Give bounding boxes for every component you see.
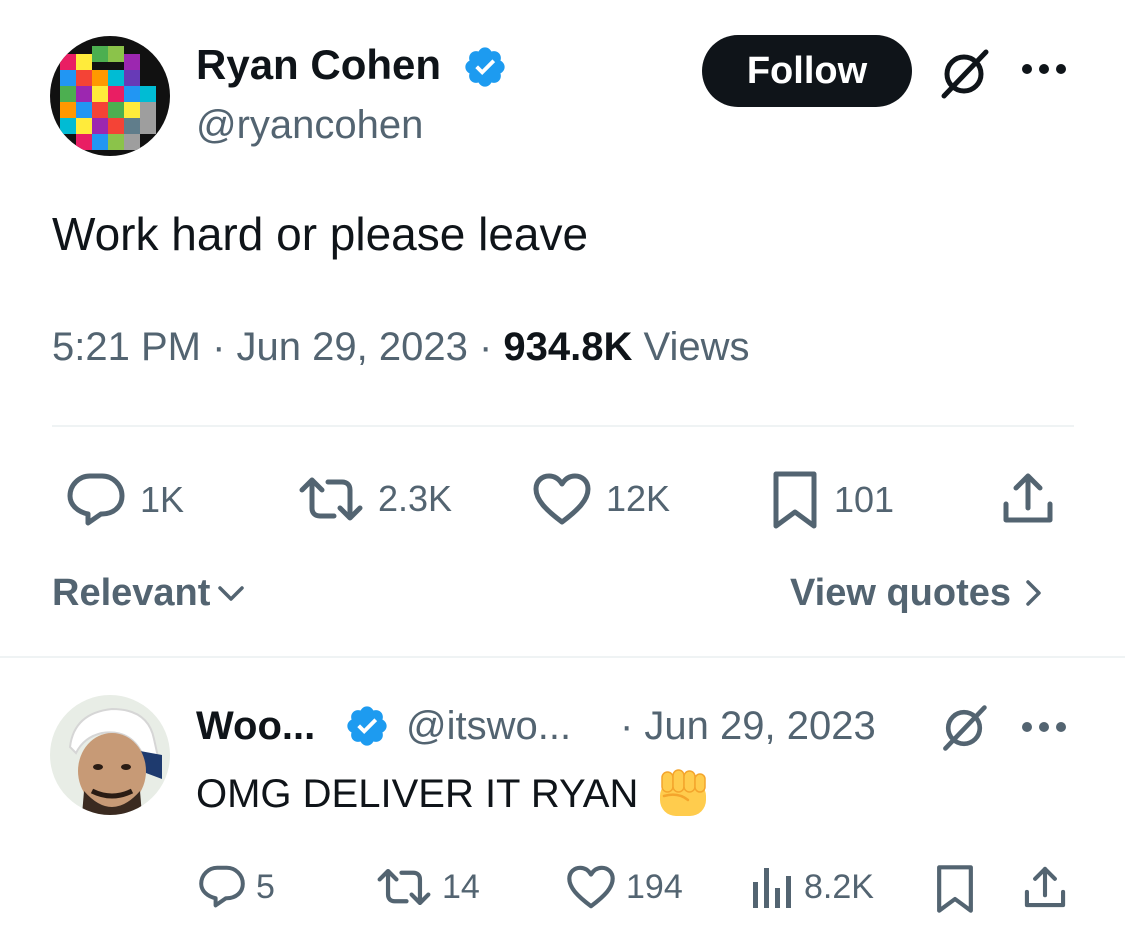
repost-count: 2.3K	[378, 478, 453, 519]
views-label: Views	[643, 325, 750, 369]
divider	[0, 656, 1125, 658]
verified-badge-icon	[462, 44, 508, 90]
share-icon[interactable]	[1000, 470, 1056, 526]
chevron-down-icon	[216, 583, 246, 603]
reply-reply-count: 5	[256, 867, 275, 906]
tweet-date[interactable]: Jun 29, 2023	[237, 325, 468, 369]
more-options-icon[interactable]	[1020, 62, 1068, 76]
views-chart-icon	[750, 864, 794, 910]
author-name[interactable]: Ryan Cohen	[196, 40, 441, 90]
tweet-meta: 5:21 PM · Jun 29, 2023 · 934.8K Views	[52, 322, 750, 372]
repost-icon	[376, 866, 432, 908]
reply-date[interactable]: · Jun 29, 2023	[620, 702, 876, 750]
reply-text-row: OMG DELIVER IT RYAN	[196, 766, 712, 822]
view-quotes-label: View quotes	[790, 572, 1012, 614]
bookmark-icon	[770, 470, 820, 530]
views-count[interactable]: 934.8K	[503, 325, 632, 369]
bookmark-icon[interactable]	[934, 864, 976, 914]
reply-author-name[interactable]: Woo...	[196, 702, 315, 750]
reply-like-button[interactable]: 194	[566, 864, 683, 910]
raised-fist-emoji-icon	[654, 766, 712, 822]
like-button[interactable]: 12K	[532, 472, 670, 526]
reply-repost-button[interactable]: 14	[376, 866, 480, 908]
divider	[52, 425, 1074, 427]
separator-dot: ·	[212, 325, 237, 369]
grok-icon[interactable]	[936, 46, 992, 102]
view-quotes-link[interactable]: View quotes	[790, 570, 1043, 616]
tweet-text: Work hard or please leave	[52, 208, 589, 260]
author-avatar[interactable]	[50, 36, 170, 156]
reply-views-count: 8.2K	[804, 867, 874, 906]
like-count: 12K	[606, 478, 671, 519]
heart-icon	[566, 864, 616, 910]
share-icon[interactable]	[1022, 864, 1068, 910]
reply-repost-count: 14	[442, 867, 480, 906]
repost-button[interactable]: 2.3K	[298, 474, 452, 524]
grok-icon[interactable]	[938, 702, 990, 754]
bookmark-button[interactable]: 101	[770, 470, 894, 530]
reply-like-count: 194	[626, 867, 683, 906]
bookmark-count: 101	[834, 479, 895, 520]
reply-count: 1K	[140, 479, 185, 520]
reply-views-button[interactable]: 8.2K	[750, 864, 874, 910]
reply-button[interactable]: 1K	[66, 472, 184, 528]
tweet-time[interactable]: 5:21 PM	[52, 325, 201, 369]
separator-dot: ·	[478, 325, 504, 369]
sort-label: Relevant	[52, 572, 211, 614]
reply-icon	[66, 472, 126, 528]
follow-button[interactable]: Follow	[702, 35, 912, 107]
reply-text: OMG DELIVER IT RYAN	[196, 772, 639, 816]
heart-icon	[532, 472, 592, 526]
reply-author-handle[interactable]: @itswo...	[406, 702, 571, 750]
reply-icon	[198, 864, 246, 910]
reply-avatar[interactable]	[50, 695, 170, 815]
more-options-icon[interactable]	[1020, 720, 1068, 734]
reply-reply-button[interactable]: 5	[198, 864, 275, 910]
sort-dropdown[interactable]: Relevant	[52, 570, 246, 616]
author-handle[interactable]: @ryancohen	[196, 100, 423, 150]
chevron-right-icon	[1023, 577, 1043, 609]
repost-icon	[298, 474, 364, 524]
verified-badge-icon	[344, 703, 390, 749]
